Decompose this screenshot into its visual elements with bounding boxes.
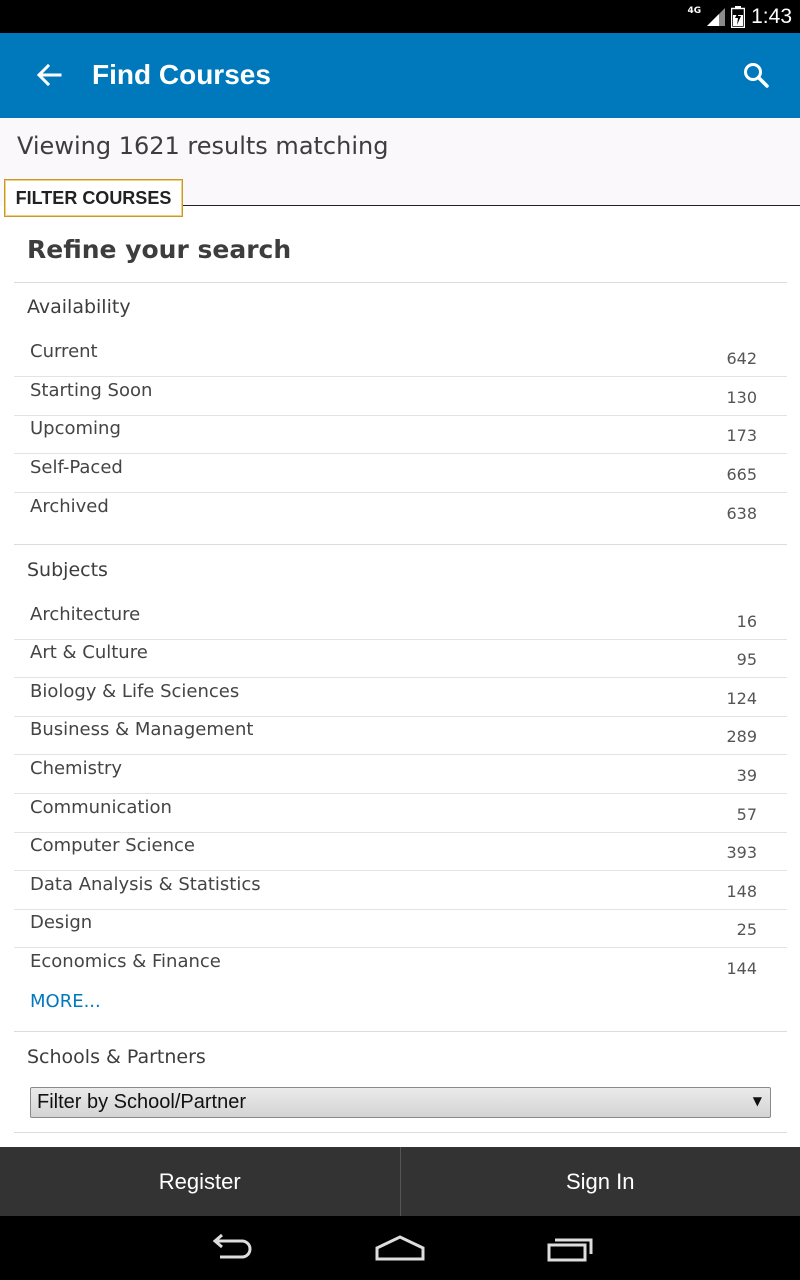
filter-count: 173 [726, 426, 757, 445]
availability-item-self-paced[interactable]: Self-Paced 665 [14, 455, 787, 493]
more-subjects-link[interactable]: MORE... [30, 991, 101, 1012]
availability-item-starting-soon[interactable]: Starting Soon 130 [14, 378, 787, 416]
search-icon [744, 63, 769, 88]
filter-label: Current [30, 341, 98, 362]
filter-count: 289 [726, 727, 757, 746]
availability-title: Availability [27, 296, 131, 318]
results-header: Viewing 1621 results matching FILTER COU… [0, 118, 800, 217]
filter-label: Architecture [30, 604, 141, 625]
filter-count: 16 [736, 612, 757, 631]
availability-item-archived[interactable]: Archived 638 [14, 494, 787, 532]
divider [14, 544, 787, 545]
sign-in-button[interactable]: Sign In [401, 1147, 800, 1216]
filter-count: 95 [736, 650, 757, 669]
filter-count: 144 [726, 959, 757, 978]
nav-back-button[interactable] [200, 1230, 260, 1266]
subject-item-biology[interactable]: Biology & Life Sciences 124 [14, 679, 787, 717]
filter-label: Self-Paced [30, 457, 123, 478]
filter-count: 124 [726, 689, 757, 708]
subject-item-design[interactable]: Design 25 [14, 910, 787, 948]
filter-label: Archived [30, 496, 109, 517]
filter-label: Communication [30, 797, 172, 818]
schools-title: Schools & Partners [27, 1046, 206, 1068]
system-nav-bar [0, 1216, 800, 1280]
action-bar: Find Courses [0, 33, 800, 118]
signal-icon [707, 7, 726, 26]
subject-item-architecture[interactable]: Architecture 16 [14, 602, 787, 640]
school-partner-select[interactable]: Filter by School/Partner ▼ [30, 1087, 771, 1118]
nav-home-button[interactable] [370, 1230, 430, 1266]
status-bar: 4G 1:43 [0, 0, 800, 33]
subject-item-data-analysis[interactable]: Data Analysis & Statistics 148 [14, 872, 787, 910]
filter-count: 39 [736, 766, 757, 785]
refine-title: Refine your search [27, 235, 292, 264]
subjects-title: Subjects [27, 559, 108, 581]
select-value: Filter by School/Partner [37, 1091, 246, 1113]
filter-label: Chemistry [30, 758, 123, 779]
dropdown-arrow-icon: ▼ [752, 1094, 762, 1108]
filter-label: Data Analysis & Statistics [30, 874, 261, 895]
results-count-text: Viewing 1621 results matching [17, 132, 389, 160]
subject-item-chemistry[interactable]: Chemistry 39 [14, 756, 787, 794]
nav-home-icon [375, 1235, 425, 1261]
filter-label: Biology & Life Sciences [30, 681, 240, 702]
network-type: 4G [687, 5, 702, 16]
filter-label: Starting Soon [30, 380, 153, 401]
divider [14, 282, 787, 283]
divider [182, 205, 800, 206]
filter-label: Computer Science [30, 835, 195, 856]
arrow-back-icon [36, 63, 62, 87]
filter-count: 642 [726, 349, 757, 368]
search-button[interactable] [738, 57, 774, 93]
status-bar-right: 4G 1:43 [687, 0, 792, 33]
availability-item-upcoming[interactable]: Upcoming 173 [14, 416, 787, 454]
clock: 1:43 [751, 4, 792, 28]
filter-count: 57 [736, 805, 757, 824]
nav-back-icon [212, 1233, 252, 1259]
register-button[interactable]: Register [0, 1147, 400, 1216]
back-button[interactable] [30, 56, 68, 94]
subject-item-art-culture[interactable]: Art & Culture 95 [14, 640, 787, 678]
page-title: Find Courses [92, 59, 271, 90]
filter-count: 130 [726, 388, 757, 407]
nav-recents-icon [547, 1238, 593, 1262]
bottom-bar: Register Sign In [0, 1147, 800, 1216]
divider [14, 1132, 787, 1133]
subject-item-communication[interactable]: Communication 57 [14, 795, 787, 833]
nav-recents-button[interactable] [540, 1230, 600, 1266]
battery-icon [731, 5, 746, 28]
filter-count: 665 [726, 465, 757, 484]
filter-label: Design [30, 912, 93, 933]
filter-count: 148 [726, 882, 757, 901]
filter-label: Upcoming [30, 418, 121, 439]
availability-item-current[interactable]: Current 642 [14, 339, 787, 377]
subject-item-computer-science[interactable]: Computer Science 393 [14, 833, 787, 871]
filter-count: 25 [736, 920, 757, 939]
filter-label: Economics & Finance [30, 951, 221, 972]
subject-item-economics[interactable]: Economics & Finance 144 [14, 949, 787, 987]
divider [14, 1031, 787, 1032]
filter-count: 638 [726, 504, 757, 523]
filter-count: 393 [726, 843, 757, 862]
filter-label: Art & Culture [30, 642, 148, 663]
filter-label: Business & Management [30, 719, 254, 740]
subject-item-business[interactable]: Business & Management 289 [14, 717, 787, 755]
filter-courses-tab[interactable]: FILTER COURSES [4, 179, 183, 217]
